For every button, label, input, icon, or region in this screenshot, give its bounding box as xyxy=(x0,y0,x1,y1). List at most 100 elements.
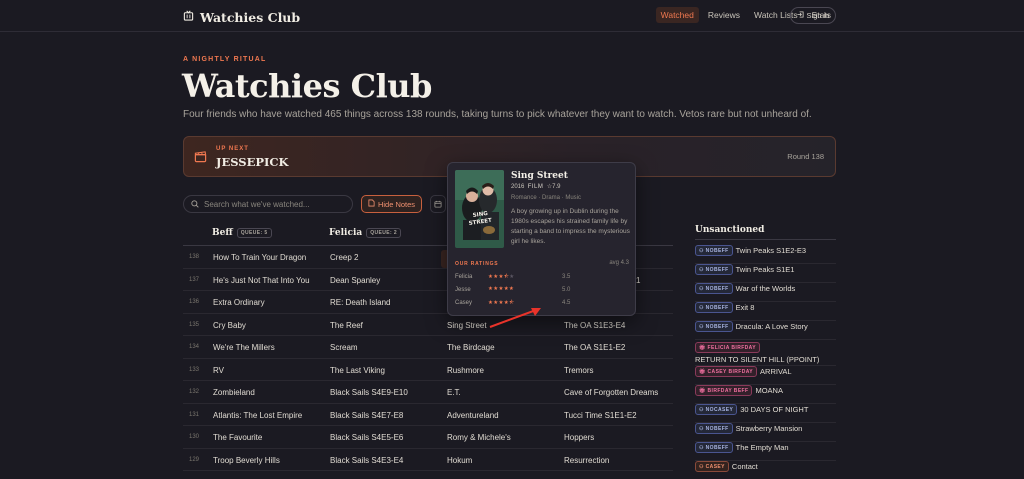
pick-cell[interactable]: E.T. xyxy=(447,388,461,397)
tag-label: CASEY xyxy=(705,463,725,470)
pick-cell[interactable]: Hoppers xyxy=(564,433,594,442)
unsanctioned-item[interactable]: ⚇ NOBEFF Strawberry Mansion xyxy=(695,423,836,442)
pick-cell[interactable]: 1 xyxy=(636,276,640,285)
pick-cell[interactable]: Creep 2 xyxy=(330,253,358,262)
calendar-icon xyxy=(434,195,442,213)
gift-icon: 🎁︎ xyxy=(699,368,708,375)
round-number: Round 138 xyxy=(787,152,824,161)
pick-cell[interactable]: He's Just Not That Into You xyxy=(213,276,310,285)
unsanctioned-item[interactable]: ⚇ NOBEFF Exit 8 xyxy=(695,302,836,321)
sign-in-button[interactable]: Sign in xyxy=(790,7,836,24)
pick-cell[interactable]: Atlantis: The Lost Empire xyxy=(213,411,302,420)
pick-cell[interactable]: Adventureland xyxy=(447,411,499,420)
search-input[interactable] xyxy=(204,199,344,209)
pick-cell[interactable]: The Last Viking xyxy=(330,366,385,375)
rating-row: Jesse ★★★★★ 5.0 xyxy=(455,286,572,297)
brand-logo[interactable]: Watchies Club xyxy=(183,8,300,26)
pick-cell[interactable]: The OA S1E1-E2 xyxy=(564,343,625,352)
page-title: Watchies Club xyxy=(182,67,432,105)
pick-cell[interactable]: Black Sails S4E9-E10 xyxy=(330,388,408,397)
tag-label: CASEY BIRFDAY xyxy=(707,368,754,375)
tag-badge: ⚇ CASEY xyxy=(695,461,729,472)
round-cell: 135 xyxy=(189,321,200,328)
unsanctioned-title: MOANA xyxy=(755,386,783,395)
pick-cell[interactable]: Black Sails S4E7-E8 xyxy=(330,411,403,420)
pick-cell[interactable]: The Reef xyxy=(330,321,363,330)
popover-year: 2016 xyxy=(511,184,525,190)
queue-badge: QUEUE: 5 xyxy=(236,228,272,238)
rating-row: Felicia ★★★⯪★ 3.5 xyxy=(455,274,572,284)
unsanctioned-item[interactable]: ⚇ NOBEFF Twin Peaks S1E1 xyxy=(695,264,836,283)
tag-badge: 🎁︎ CASEY BIRFDAY xyxy=(695,366,758,377)
movie-detail-popover: SING STREET Sing Street 2016 FILM ☆7.9 R… xyxy=(447,162,636,316)
column-name: Felicia xyxy=(329,228,363,238)
nav-watched[interactable]: Watched xyxy=(655,7,699,23)
nav-reviews[interactable]: Reviews xyxy=(703,7,745,23)
unsanctioned-item[interactable]: ⚇ NOCASEY 30 DAYS OF NIGHT xyxy=(695,404,836,423)
round-cell: 137 xyxy=(189,276,200,283)
pick-cell[interactable]: Cry Baby xyxy=(213,321,246,330)
date-filter-button[interactable] xyxy=(430,195,446,213)
tag-label: NOBEFF xyxy=(705,266,729,273)
pick-cell[interactable]: We're The Millers xyxy=(213,343,275,352)
unsanctioned-title: Exit 8 xyxy=(735,303,755,312)
pick-cell[interactable]: Scream xyxy=(330,343,358,352)
tag-label: FELICIA BIRFDAY xyxy=(707,344,756,351)
unsanctioned-title: Twin Peaks S1E2-E3 xyxy=(735,246,807,255)
tag-badge: 🎁︎ BIRFDAY BEFF xyxy=(695,385,753,396)
tag-user-icon: ⚇ xyxy=(699,406,706,413)
queue-badge: QUEUE: 2 xyxy=(366,228,402,238)
pick-cell[interactable]: Black Sails S4E3-E4 xyxy=(330,456,403,465)
tag-badge: ⚇ NOCASEY xyxy=(695,404,738,415)
rater-name: Felicia xyxy=(455,274,473,280)
tag-label: NOBEFF xyxy=(705,304,729,311)
unsanctioned-title: RETURN TO SILENT HILL (PPOINT) xyxy=(695,355,820,364)
pick-cell[interactable]: Black Sails S4E5-E6 xyxy=(330,433,403,442)
pick-cell[interactable]: Troop Beverly Hills xyxy=(213,456,280,465)
pick-cell[interactable]: Hokum xyxy=(447,456,472,465)
pick-cell[interactable]: Sing Street xyxy=(447,321,487,330)
pick-cell[interactable]: Cave of Forgotten Dreams xyxy=(564,388,658,397)
unsanctioned-item[interactable]: 🎁︎ FELICIA BIRFDAY RETURN TO SILENT HILL… xyxy=(695,340,836,366)
pick-cell[interactable]: RE: Death Island xyxy=(330,298,390,307)
pick-cell[interactable]: How To Train Your Dragon xyxy=(213,253,306,262)
tag-badge: ⚇ NOBEFF xyxy=(695,245,733,256)
star-rating: ★★★⯪★ xyxy=(488,274,515,280)
unsanctioned-item[interactable]: ⚇ NOBEFF War of the Worlds xyxy=(695,283,836,302)
round-cell: 129 xyxy=(189,456,200,463)
unsanctioned-item[interactable]: 🎁︎ BIRFDAY BEFF MOANA xyxy=(695,385,836,404)
gift-icon: 🎁︎ xyxy=(699,344,708,351)
tag-label: NOBEFF xyxy=(705,247,729,254)
tag-label: NOBEFF xyxy=(705,285,729,292)
unsanctioned-item[interactable]: ⚇ NOBEFF The Empty Man xyxy=(695,442,836,461)
column-header-beff[interactable]: Beff QUEUE: 5 xyxy=(212,228,272,238)
hide-notes-button[interactable]: Hide Notes xyxy=(361,195,422,213)
unsanctioned-item[interactable]: 🎁︎ CASEY BIRFDAY ARRIVAL xyxy=(695,366,836,385)
pick-cell[interactable]: Rushmore xyxy=(447,366,484,375)
pick-cell[interactable]: Tremors xyxy=(564,366,593,375)
round-cell: 130 xyxy=(189,434,200,440)
round-cell: 136 xyxy=(189,299,200,305)
pick-cell[interactable]: The OA S1E3-E4 xyxy=(564,321,625,330)
pick-cell[interactable]: Resurrection xyxy=(564,456,609,465)
pick-cell[interactable]: Extra Ordinary xyxy=(213,298,265,307)
unsanctioned-item[interactable]: ⚇ NOBEFF Dracula: A Love Story xyxy=(695,321,836,340)
unsanctioned-item[interactable]: ⚇ CASEY Contact xyxy=(695,461,836,479)
unsanctioned-item[interactable]: ⚇ NOBEFF Twin Peaks S1E2-E3 xyxy=(695,245,836,264)
pick-cell[interactable]: RV xyxy=(213,366,224,375)
pick-cell[interactable]: The Favourite xyxy=(213,433,262,442)
hero-description: Four friends who have watched 465 things… xyxy=(183,109,812,120)
pick-cell[interactable]: Dean Spanley xyxy=(330,276,380,285)
sign-in-icon xyxy=(796,11,804,20)
tag-badge: ⚇ NOBEFF xyxy=(695,302,733,313)
pick-cell[interactable]: Tucci Time S1E1-E2 xyxy=(564,411,637,420)
pick-cell[interactable]: The Birdcage xyxy=(447,343,495,352)
column-header-felicia[interactable]: Felicia QUEUE: 2 xyxy=(329,228,402,238)
tag-label: NOBEFF xyxy=(705,444,729,451)
pick-cell[interactable]: Romy & Michele's xyxy=(447,433,511,442)
pick-cell[interactable]: Zombieland xyxy=(213,388,255,397)
tag-user-icon: ⚇ xyxy=(699,247,706,254)
search-box[interactable] xyxy=(183,195,353,213)
tag-badge: 🎁︎ FELICIA BIRFDAY xyxy=(695,342,760,353)
tag-user-icon: ⚇ xyxy=(699,444,706,451)
